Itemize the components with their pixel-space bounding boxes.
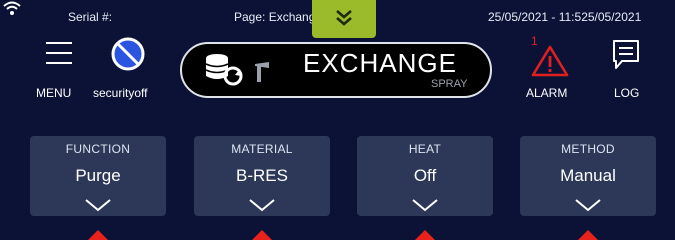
alarm-count-badge: 1 [531, 34, 538, 48]
function-value: Purge [75, 166, 121, 185]
material-value: B-RES [236, 166, 288, 185]
method-title: METHOD [561, 142, 615, 156]
log-icon[interactable] [611, 38, 641, 72]
chevron-down-icon[interactable] [411, 198, 439, 212]
pull-down-tab[interactable] [312, 0, 376, 38]
material-selector[interactable]: MATERIAL B-RES [194, 136, 330, 216]
alarm-warning-icon[interactable] [530, 44, 570, 78]
serial-label: Serial #: [68, 10, 113, 24]
log-label[interactable]: LOG [614, 86, 639, 100]
wifi-icon [3, 1, 21, 15]
heat-selector[interactable]: HEAT Off [357, 136, 493, 216]
alarm-label[interactable]: ALARM [526, 86, 567, 100]
security-off-icon[interactable] [111, 37, 145, 71]
pointer-marker [252, 230, 272, 240]
exchange-title: EXCHANGE [303, 48, 457, 78]
chevron-down-icon[interactable] [84, 198, 112, 212]
exchange-icon [205, 54, 269, 86]
method-selector[interactable]: METHOD Manual [520, 136, 656, 216]
method-value: Manual [560, 166, 616, 185]
chevron-double-down-icon [336, 10, 352, 26]
menu-icon[interactable] [44, 40, 74, 66]
chevron-down-icon[interactable] [248, 198, 276, 212]
security-label[interactable]: securityoff [93, 86, 147, 100]
exchange-subtitle: SPRAY [431, 78, 468, 90]
menu-label[interactable]: MENU [36, 86, 71, 100]
function-title: FUNCTION [65, 142, 131, 156]
function-selector[interactable]: FUNCTION Purge [30, 136, 166, 216]
chevron-down-icon[interactable] [574, 198, 602, 212]
datetime-display: 25/05/2021 - 11:525/05/2021 [488, 10, 642, 24]
page-label: Page: Exchange [234, 10, 316, 24]
heat-value: Off [413, 166, 437, 185]
pointer-marker [415, 230, 435, 240]
pointer-marker [88, 230, 108, 240]
material-title: MATERIAL [231, 142, 293, 156]
heat-title: HEAT [408, 142, 442, 156]
pointer-marker [578, 230, 598, 240]
